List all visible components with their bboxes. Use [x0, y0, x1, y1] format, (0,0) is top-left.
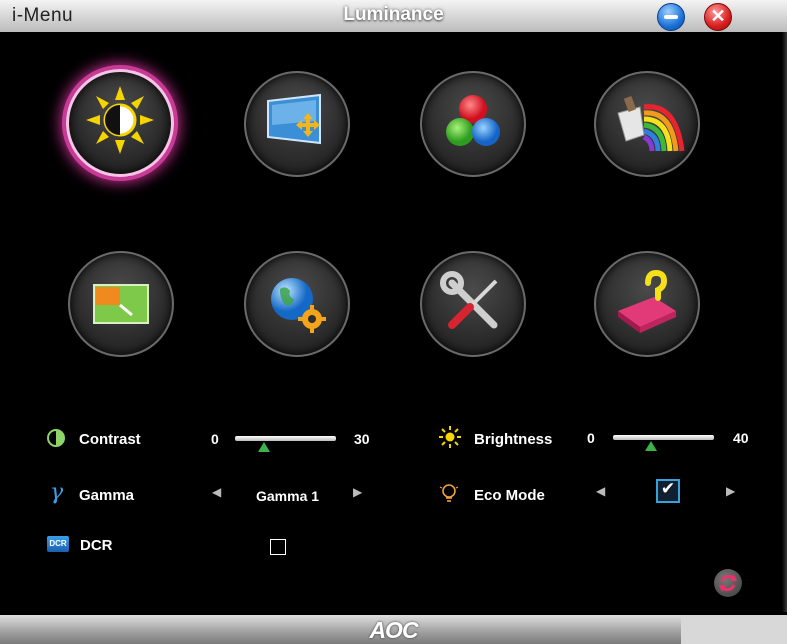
checkmark-icon: ✔ — [660, 479, 676, 498]
title-bar: i-Menu Luminance ✕ — [0, 0, 787, 32]
contrast-label: Contrast — [79, 431, 141, 448]
aoc-logo: AOC — [369, 617, 418, 643]
menu-exit-button[interactable] — [594, 251, 700, 357]
globe-gear-icon — [271, 278, 326, 333]
reset-arrows-icon — [719, 574, 737, 592]
dcr-checkbox[interactable] — [270, 539, 286, 555]
imenu-window: i-Menu Luminance ✕ Contrast 0 30 Brightn… — [0, 0, 787, 644]
wrench-screwdriver-icon — [440, 271, 498, 329]
contrast-icon — [47, 429, 65, 447]
menu-image-setup-button[interactable] — [244, 71, 350, 177]
brightness-max: 40 — [733, 430, 749, 446]
menu-luminance-button[interactable] — [66, 69, 174, 177]
gamma-icon: γ — [50, 480, 64, 505]
close-button[interactable]: ✕ — [704, 3, 732, 31]
brightness-min: 0 — [587, 430, 595, 446]
brightness-slider-thumb[interactable] — [645, 441, 658, 451]
image-setup-icon — [267, 93, 321, 145]
contrast-max: 30 — [354, 431, 370, 447]
eco-prev-arrow-icon[interactable]: ◀ — [596, 484, 605, 498]
menu-osd-setup-button[interactable] — [244, 251, 350, 357]
close-icon: ✕ — [710, 6, 726, 26]
contrast-slider[interactable] — [235, 436, 336, 441]
contrast-slider-thumb[interactable] — [258, 442, 271, 452]
gamma-label: Gamma — [79, 487, 135, 504]
color-rainbow-icon — [617, 96, 685, 152]
menu-extra-button[interactable] — [420, 251, 526, 357]
picture-boost-icon — [93, 284, 149, 324]
eco-bulb-icon — [439, 484, 459, 502]
contrast-min: 0 — [211, 431, 219, 447]
brightness-icon — [439, 426, 461, 448]
eco-next-arrow-icon[interactable]: ▶ — [726, 484, 735, 498]
brightness-label: Brightness — [474, 431, 553, 448]
window-edge — [782, 32, 787, 612]
menu-picture-boost-button[interactable] — [68, 251, 174, 357]
exit-pad-icon — [618, 269, 676, 333]
brightness-slider[interactable] — [613, 435, 714, 440]
menu-color-temp-button[interactable] — [420, 71, 526, 177]
eco-mode-label: Eco Mode — [474, 487, 545, 504]
minimize-button[interactable] — [657, 3, 685, 31]
sun-contrast-icon — [86, 86, 154, 154]
gamma-next-arrow-icon[interactable]: ▶ — [353, 485, 362, 499]
eco-mode-checkbox[interactable]: ✔ — [656, 479, 680, 503]
reset-button[interactable] — [714, 569, 742, 597]
color-balls-icon — [446, 95, 500, 146]
gamma-prev-arrow-icon[interactable]: ◀ — [212, 485, 221, 499]
dcr-label: DCR — [80, 537, 113, 554]
dcr-icon: DCR — [47, 536, 69, 552]
gamma-value: Gamma 1 — [256, 488, 320, 504]
menu-color-boost-button[interactable] — [594, 71, 700, 177]
